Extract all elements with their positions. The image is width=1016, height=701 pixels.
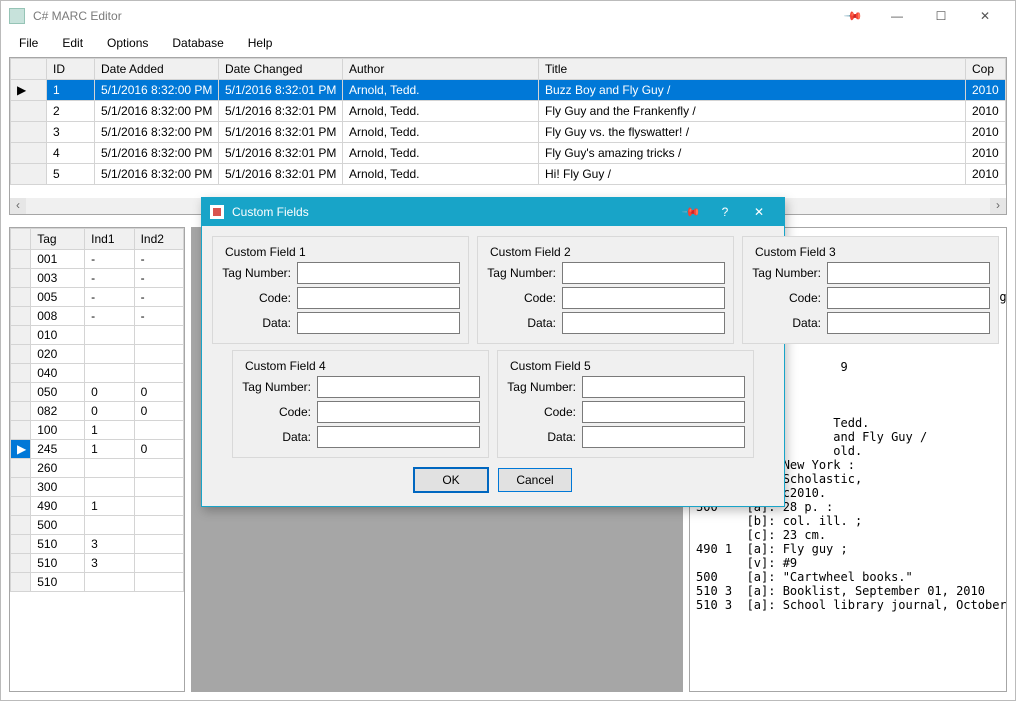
code-input[interactable] — [582, 401, 745, 423]
tag-number-label: Tag Number: — [751, 266, 827, 280]
data-label: Data: — [241, 430, 317, 444]
table-row[interactable]: 35/1/2016 8:32:00 PM5/1/2016 8:32:01 PMA… — [11, 122, 1006, 143]
titlebar: C# MARC Editor 📌 — ☐ ✕ — [1, 1, 1015, 31]
menu-file[interactable]: File — [7, 33, 50, 53]
table-row[interactable]: 1001 — [11, 421, 184, 440]
code-label: Code: — [506, 405, 582, 419]
custom-field-group: Custom Field 3 Tag Number: Code: Data: — [742, 236, 999, 344]
group-title: Custom Field 3 — [751, 245, 840, 259]
custom-field-group: Custom Field 5 Tag Number: Code: Data: — [497, 350, 754, 458]
maximize-button[interactable]: ☐ — [919, 2, 963, 30]
menu-options[interactable]: Options — [95, 33, 160, 53]
code-input[interactable] — [297, 287, 460, 309]
dialog-title: Custom Fields — [232, 205, 309, 219]
column-header[interactable]: Ind2 — [134, 229, 183, 250]
code-input[interactable] — [562, 287, 725, 309]
minimize-button[interactable]: — — [875, 2, 919, 30]
column-header[interactable]: Author — [343, 59, 539, 80]
menubar: File Edit Options Database Help — [1, 31, 1015, 55]
group-title: Custom Field 5 — [506, 359, 595, 373]
data-input[interactable] — [297, 312, 460, 334]
tag-number-label: Tag Number: — [221, 266, 297, 280]
data-label: Data: — [486, 316, 562, 330]
custom-field-group: Custom Field 1 Tag Number: Code: Data: — [212, 236, 469, 344]
table-row[interactable]: 25/1/2016 8:32:00 PM5/1/2016 8:32:01 PMA… — [11, 101, 1006, 122]
table-row[interactable]: 003-- — [11, 269, 184, 288]
tag-number-input[interactable] — [317, 376, 480, 398]
table-row[interactable]: 260 — [11, 459, 184, 478]
tag-number-label: Tag Number: — [241, 380, 317, 394]
main-window: C# MARC Editor 📌 — ☐ ✕ File Edit Options… — [0, 0, 1016, 701]
table-row[interactable]: 45/1/2016 8:32:00 PM5/1/2016 8:32:01 PMA… — [11, 143, 1006, 164]
custom-fields-dialog: Custom Fields 📌 ? ✕ Custom Field 1 Tag Nu… — [201, 197, 785, 507]
table-row[interactable]: 001-- — [11, 250, 184, 269]
tags-grid[interactable]: TagInd1Ind2001--003--005--008--010020040… — [9, 227, 185, 692]
ok-button[interactable]: OK — [414, 468, 488, 492]
table-row[interactable]: 5103 — [11, 535, 184, 554]
menu-database[interactable]: Database — [160, 33, 235, 53]
dialog-pin-icon[interactable]: 📌 — [674, 205, 708, 219]
column-header[interactable]: Ind1 — [85, 229, 134, 250]
code-input[interactable] — [317, 401, 480, 423]
pin-icon[interactable]: 📌 — [831, 2, 875, 30]
app-icon — [9, 8, 25, 24]
dialog-help-icon[interactable]: ? — [708, 205, 742, 219]
data-label: Data: — [751, 316, 827, 330]
tag-number-input[interactable] — [827, 262, 990, 284]
group-title: Custom Field 1 — [221, 245, 310, 259]
column-header[interactable]: Date Changed — [219, 59, 343, 80]
code-input[interactable] — [827, 287, 990, 309]
data-label: Data: — [221, 316, 297, 330]
table-row[interactable]: 4901 — [11, 497, 184, 516]
custom-field-group: Custom Field 4 Tag Number: Code: Data: — [232, 350, 489, 458]
code-label: Code: — [241, 405, 317, 419]
table-row[interactable]: 08200 — [11, 402, 184, 421]
group-title: Custom Field 2 — [486, 245, 575, 259]
table-row[interactable]: 5103 — [11, 554, 184, 573]
data-input[interactable] — [562, 312, 725, 334]
tag-number-input[interactable] — [562, 262, 725, 284]
column-header[interactable]: Cop — [966, 59, 1006, 80]
table-row[interactable]: 020 — [11, 345, 184, 364]
data-input[interactable] — [827, 312, 990, 334]
table-row[interactable]: 300 — [11, 478, 184, 497]
dialog-titlebar: Custom Fields 📌 ? ✕ — [202, 198, 784, 226]
table-row[interactable]: 008-- — [11, 307, 184, 326]
custom-field-group: Custom Field 2 Tag Number: Code: Data: — [477, 236, 734, 344]
tag-number-input[interactable] — [297, 262, 460, 284]
column-header[interactable]: Title — [539, 59, 966, 80]
table-row[interactable]: 040 — [11, 364, 184, 383]
table-row[interactable]: 010 — [11, 326, 184, 345]
code-label: Code: — [221, 291, 297, 305]
close-button[interactable]: ✕ — [963, 2, 1007, 30]
cancel-button[interactable]: Cancel — [498, 468, 572, 492]
tag-number-label: Tag Number: — [506, 380, 582, 394]
table-row[interactable]: 500 — [11, 516, 184, 535]
table-row[interactable]: 55/1/2016 8:32:00 PM5/1/2016 8:32:01 PMA… — [11, 164, 1006, 185]
data-label: Data: — [506, 430, 582, 444]
data-input[interactable] — [317, 426, 480, 448]
scroll-right-icon[interactable]: › — [990, 198, 1006, 214]
dialog-icon — [210, 205, 224, 219]
scroll-left-icon[interactable]: ‹ — [10, 198, 26, 214]
data-input[interactable] — [582, 426, 745, 448]
column-header[interactable]: Tag — [31, 229, 85, 250]
tag-number-input[interactable] — [582, 376, 745, 398]
table-row[interactable]: ▶15/1/2016 8:32:00 PM5/1/2016 8:32:01 PM… — [11, 80, 1006, 101]
window-title: C# MARC Editor — [33, 9, 122, 23]
table-row[interactable]: 05000 — [11, 383, 184, 402]
menu-help[interactable]: Help — [236, 33, 285, 53]
column-header[interactable]: Date Added — [95, 59, 219, 80]
table-row[interactable]: 510 — [11, 573, 184, 592]
code-label: Code: — [486, 291, 562, 305]
records-grid[interactable]: IDDate AddedDate ChangedAuthorTitleCop▶1… — [9, 57, 1007, 215]
group-title: Custom Field 4 — [241, 359, 330, 373]
dialog-close-icon[interactable]: ✕ — [742, 205, 776, 219]
table-row[interactable]: ▶24510 — [11, 440, 184, 459]
column-header[interactable]: ID — [47, 59, 95, 80]
table-row[interactable]: 005-- — [11, 288, 184, 307]
menu-edit[interactable]: Edit — [50, 33, 95, 53]
tag-number-label: Tag Number: — [486, 266, 562, 280]
code-label: Code: — [751, 291, 827, 305]
